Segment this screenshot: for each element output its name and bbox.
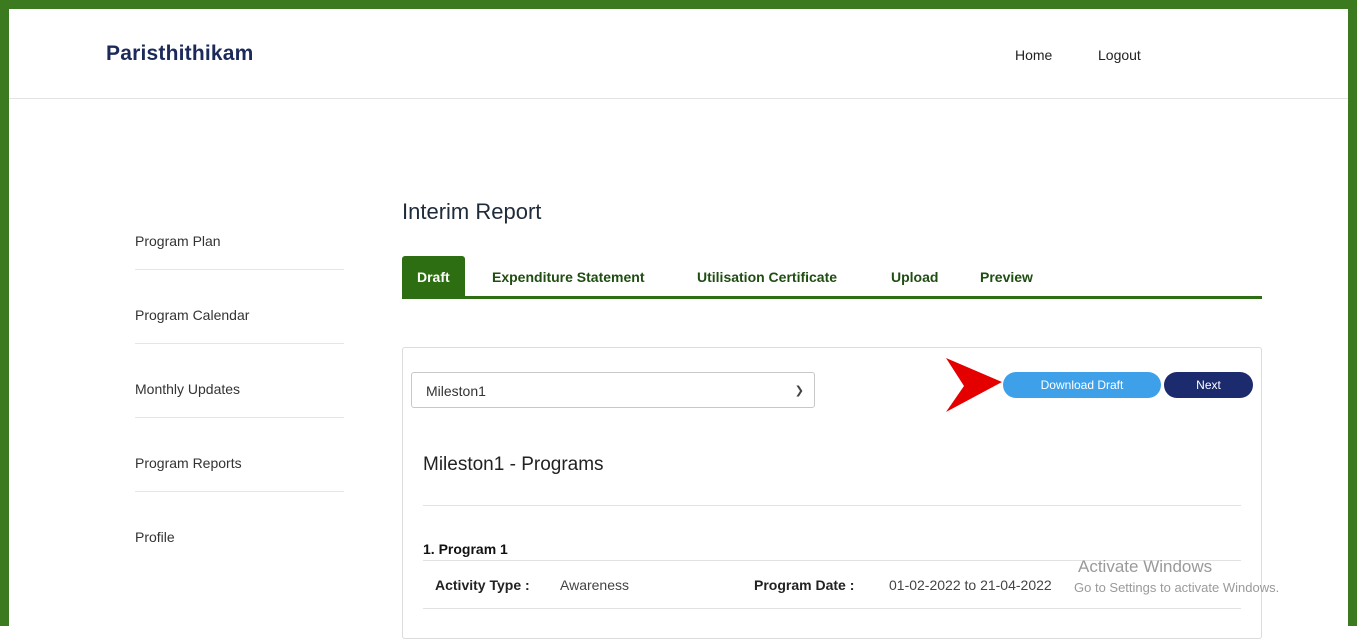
- divider: [423, 608, 1241, 609]
- sidebar-item-label: Profile: [135, 529, 175, 545]
- sidebar-item-monthly-updates[interactable]: Monthly Updates: [135, 361, 344, 418]
- milestone-select-value: Mileston1: [426, 383, 486, 399]
- tab-expenditure-statement[interactable]: Expenditure Statement: [492, 256, 644, 296]
- milestone-select[interactable]: Mileston1 ❯: [411, 372, 815, 408]
- section-title: Mileston1 - Programs: [423, 454, 604, 475]
- sidebar-item-program-reports[interactable]: Program Reports: [135, 435, 344, 492]
- sidebar-item-profile[interactable]: Profile: [135, 509, 344, 565]
- activate-windows-watermark: Activate Windows Go to Settings to activ…: [1074, 557, 1279, 595]
- activity-type-value: Awareness: [560, 577, 630, 593]
- program-date-label: Program Date :: [754, 577, 855, 593]
- program-date-value: 01-02-2022 to 21-04-2022: [889, 577, 1052, 593]
- sidebar-item-program-calendar[interactable]: Program Calendar: [135, 287, 344, 344]
- nav-logout-link[interactable]: Logout: [1098, 47, 1141, 63]
- download-draft-button[interactable]: Download Draft: [1003, 372, 1161, 398]
- report-tabs: Draft Expenditure Statement Utilisation …: [402, 256, 1262, 299]
- sidebar-item-program-plan[interactable]: Program Plan: [135, 213, 344, 270]
- program-heading: 1. Program 1: [423, 541, 508, 557]
- next-button[interactable]: Next: [1164, 372, 1253, 398]
- draft-card: Mileston1 ❯ Download Draft Next Mileston…: [402, 347, 1262, 639]
- chevron-down-icon: ❯: [794, 385, 804, 397]
- nav-home-link[interactable]: Home: [1015, 47, 1052, 63]
- activity-type-label: Activity Type :: [435, 577, 530, 593]
- page-title: Interim Report: [402, 199, 542, 224]
- tab-draft[interactable]: Draft: [402, 256, 465, 296]
- tab-upload[interactable]: Upload: [891, 256, 938, 296]
- tab-utilisation-certificate[interactable]: Utilisation Certificate: [697, 256, 837, 296]
- watermark-line1: Activate Windows: [1078, 557, 1213, 576]
- sidebar-item-label: Program Reports: [135, 455, 242, 471]
- sidebar-item-label: Program Calendar: [135, 307, 250, 323]
- brand-logo-text[interactable]: Paristhithikam: [106, 42, 254, 66]
- sidebar: Program Plan Program Calendar Monthly Up…: [135, 213, 344, 582]
- top-navbar: Paristhithikam Home Logout: [9, 9, 1348, 99]
- sidebar-item-label: Monthly Updates: [135, 381, 241, 397]
- watermark-line2: Go to Settings to activate Windows.: [1074, 580, 1280, 595]
- red-arrow-pointer-icon: [946, 358, 1002, 412]
- divider: [423, 505, 1241, 506]
- tab-preview[interactable]: Preview: [980, 256, 1033, 296]
- sidebar-item-label: Program Plan: [135, 233, 221, 249]
